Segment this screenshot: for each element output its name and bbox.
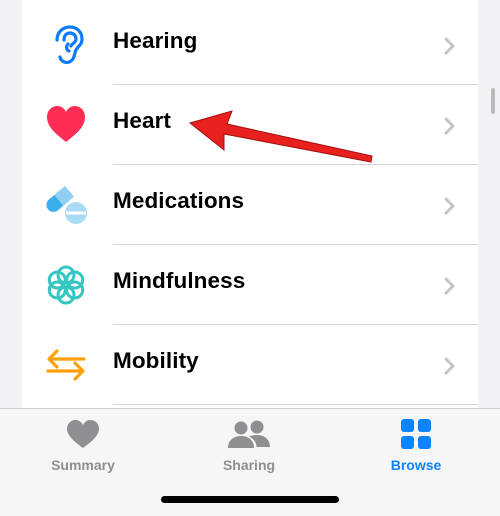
tab-label-browse: Browse [390, 457, 442, 473]
category-label-medications: Medications [113, 188, 245, 213]
chevron-right-icon [444, 37, 456, 55]
category-row-mobility[interactable]: Mobility [22, 325, 478, 404]
scrollbar[interactable] [491, 88, 495, 114]
chevron-right-icon [444, 277, 456, 295]
category-row-heart[interactable]: Heart [22, 85, 478, 164]
tab-browse[interactable]: Browse [346, 409, 486, 489]
row-separator [113, 404, 478, 405]
tab-summary[interactable]: Summary [13, 409, 153, 489]
tab-sharing[interactable]: Sharing [179, 409, 319, 489]
category-row-mindfulness[interactable]: Mindfulness [22, 245, 478, 324]
category-row-hearing[interactable]: Hearing [22, 5, 478, 84]
category-label-mindfulness: Mindfulness [113, 268, 246, 293]
arrows-left-right-icon [44, 344, 88, 386]
mindfulness-flower-icon [44, 264, 88, 306]
category-label-hearing: Hearing [113, 28, 198, 53]
browse-category-list: Hearing Heart Medications Mindfulness Mo… [22, 0, 478, 408]
grid-icon [400, 418, 432, 450]
tab-label-sharing: Sharing [222, 457, 276, 473]
heart-icon [66, 419, 100, 449]
people-icon [227, 419, 271, 449]
category-row-medications[interactable]: Medications [22, 165, 478, 244]
chevron-right-icon [444, 357, 456, 375]
ear-icon [44, 24, 88, 66]
category-label-mobility: Mobility [113, 348, 199, 373]
chevron-right-icon [444, 197, 456, 215]
heart-icon [44, 104, 88, 146]
category-label-heart: Heart [113, 108, 172, 133]
pills-icon [44, 184, 88, 226]
tab-label-summary: Summary [51, 457, 115, 473]
home-indicator [161, 496, 339, 503]
chevron-right-icon [444, 117, 456, 135]
